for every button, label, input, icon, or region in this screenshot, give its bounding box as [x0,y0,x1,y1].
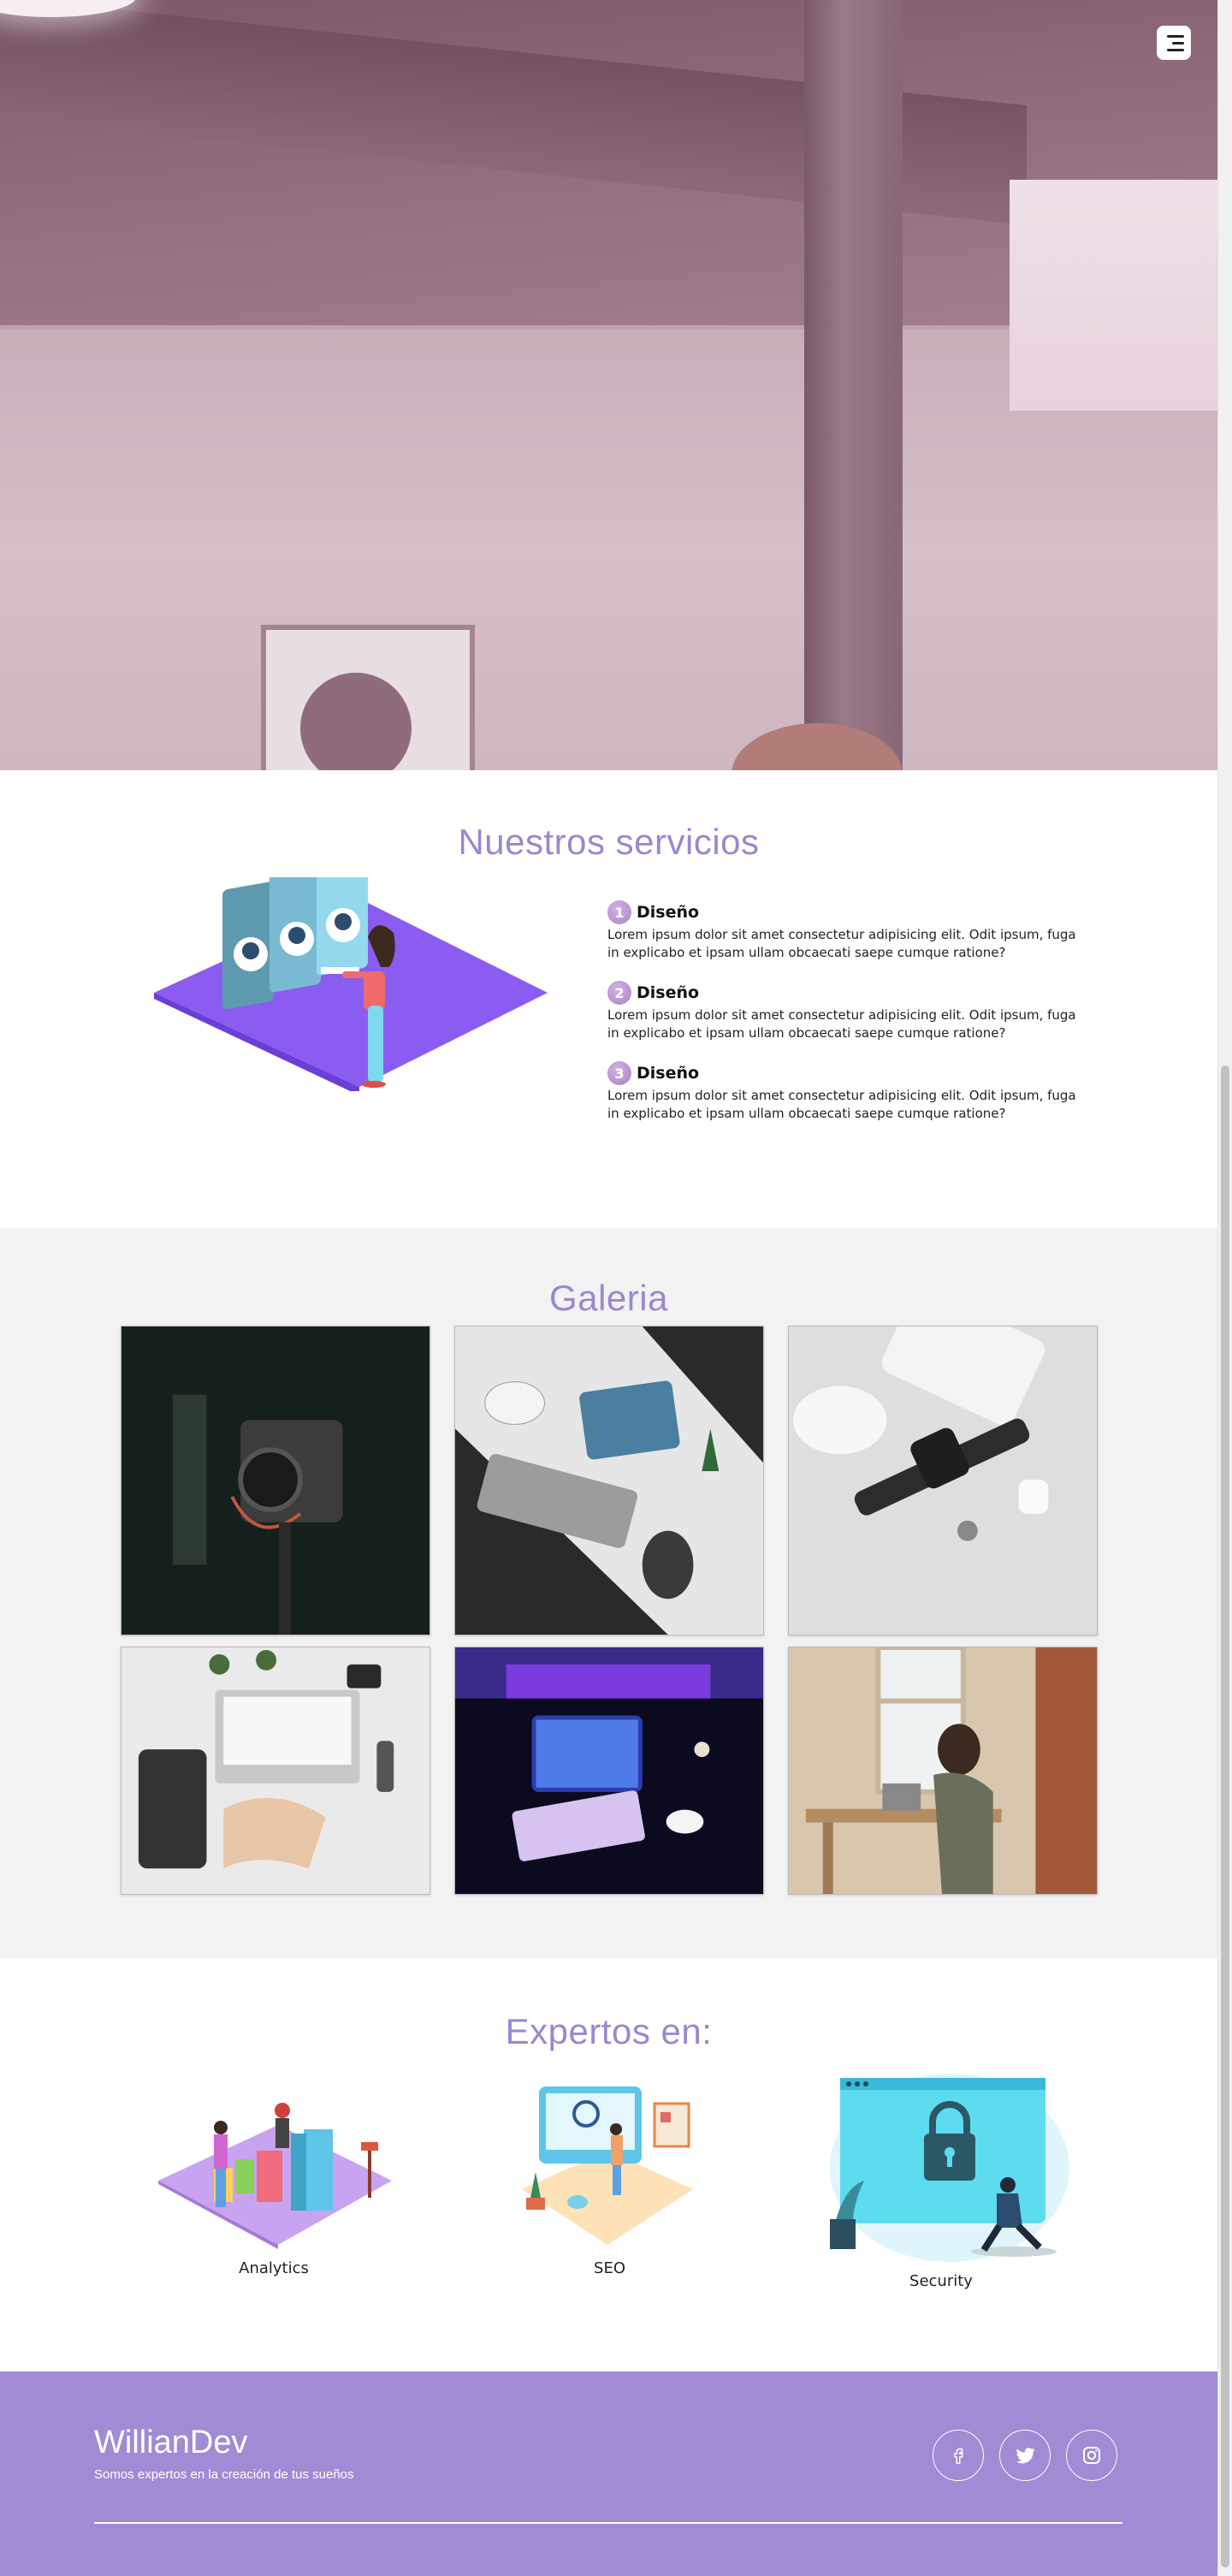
expert-security: Security [813,2057,1069,2290]
social-links [933,2430,1117,2481]
service-title: Diseño [637,1064,700,1083]
service-item: 3 Diseño Lorem ipsum dolor sit amet cons… [607,1061,1087,1123]
footer: WillianDev Somos expertos en la creación… [0,2371,1217,2576]
menu-line [1167,48,1184,51]
instagram-icon[interactable] [1066,2430,1117,2481]
facebook-icon[interactable] [933,2430,984,2481]
service-heading: 1 Diseño [607,900,1087,924]
gallery-image-laptop[interactable] [121,1647,430,1895]
service-item: 1 Diseño Lorem ipsum dolor sit amet cons… [607,900,1087,962]
gallery-image-desk[interactable] [454,1326,764,1635]
service-heading: 2 Diseño [607,981,1087,1005]
menu-line [1167,34,1184,38]
service-description: Lorem ipsum dolor sit amet consectetur a… [607,1088,1076,1121]
expert-label-seo: SEO [594,2259,625,2277]
footer-tagline: Somos expertos en la creación de tus sue… [94,2467,354,2482]
service-number-badge: 1 [607,900,631,924]
gallery-image-camera[interactable] [121,1326,430,1635]
gallery-image-neon[interactable] [454,1647,764,1895]
expert-analytics: Analytics [154,2086,394,2277]
hamburger-menu-icon[interactable] [1157,26,1191,60]
service-title: Diseño [637,983,700,1002]
expert-label-analytics: Analytics [239,2259,309,2277]
hero-window [1010,180,1217,411]
scrollbar-thumb[interactable] [1221,1065,1229,2567]
service-number-badge: 2 [607,981,631,1005]
gallery-section: Galeria [0,1228,1217,1958]
page: Nuestros servicios 1 Diseño Lorem ipsum … [0,0,1217,2576]
services-title: Nuestros servicios [458,822,760,862]
services-section: Nuestros servicios 1 Diseño Lorem ipsum … [0,770,1217,1228]
gallery-title: Galeria [549,1278,668,1318]
service-description: Lorem ipsum dolor sit amet consectetur a… [607,1007,1076,1041]
page-scrollbar[interactable] [1217,0,1232,2576]
services-illustration [154,877,548,1091]
expert-label-security: Security [909,2272,973,2290]
hero-frame [261,625,475,770]
service-number-badge: 3 [607,1061,631,1085]
gallery-image-accessories[interactable] [788,1326,1098,1635]
hero-banner [0,0,1217,770]
menu-line [1172,41,1184,45]
footer-brand[interactable]: WillianDev [94,2425,247,2461]
analytics-illustration [158,2103,392,2249]
hero-pillar [804,0,903,770]
experts-section: Expertos en: Analytics SEO Security [0,1958,1217,2371]
service-heading: 3 Diseño [607,1061,1087,1085]
footer-divider [94,2522,1122,2524]
seo-illustration [522,2086,693,2245]
service-title: Diseño [637,903,700,922]
expert-seo: SEO [505,2078,714,2277]
experts-title: Expertos en: [505,2011,713,2051]
service-description: Lorem ipsum dolor sit amet consectetur a… [607,927,1076,960]
services-list: 1 Diseño Lorem ipsum dolor sit amet cons… [607,900,1087,1142]
gallery-image-man[interactable] [788,1647,1098,1895]
hero-frame-circle [300,673,412,770]
twitter-icon[interactable] [999,2430,1051,2481]
security-illustration [830,2074,1069,2262]
service-item: 2 Diseño Lorem ipsum dolor sit amet cons… [607,981,1087,1042]
